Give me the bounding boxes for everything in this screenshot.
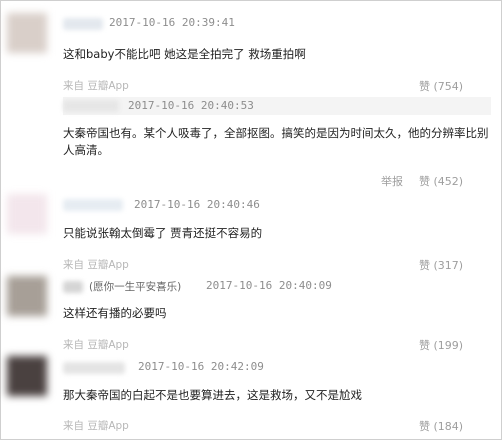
comment-source: 来自 豆瓣App <box>63 80 129 92</box>
comment-source: 来自 豆瓣App <box>63 339 129 351</box>
username-blurred[interactable] <box>63 18 103 30</box>
comment-text: 只能说张翰太倒霉了 贾青还挺不容易的 <box>63 226 263 240</box>
username-blurred[interactable] <box>63 199 123 211</box>
comment-time: 2017-10-16 20:40:09 <box>206 279 332 292</box>
comment-list: 2017-10-16 20:39:41 这和baby不能比吧 她这是全拍完了 救… <box>0 0 502 440</box>
comment-time: 2017-10-16 20:39:41 <box>109 16 235 29</box>
comment-text: 这和baby不能比吧 她这是全拍完了 救场重拍啊 <box>63 47 306 61</box>
avatar[interactable] <box>7 13 47 53</box>
comment-time: 2017-10-16 20:42:09 <box>138 360 264 373</box>
like-button[interactable]: 赞 (754) <box>419 78 463 94</box>
comment-nickname[interactable]: (愿你一生平安喜乐) <box>89 279 181 294</box>
like-button[interactable]: 赞 (184) <box>419 418 463 434</box>
username-blurred[interactable] <box>63 281 83 293</box>
comment-text: 这样还有播的必要吗 <box>63 306 167 320</box>
avatar[interactable] <box>7 276 47 316</box>
avatar[interactable] <box>7 194 47 234</box>
username-blurred[interactable] <box>63 362 125 374</box>
comment-time: 2017-10-16 20:40:53 <box>128 99 254 112</box>
comment-time: 2017-10-16 20:40:46 <box>134 198 260 211</box>
avatar[interactable] <box>7 356 47 396</box>
comment-text: 大秦帝国也有。某个人吸毒了，全部抠图。搞笑的是因为时间太久，他的分辨率比别人高清… <box>63 126 489 157</box>
username-blurred[interactable] <box>63 100 119 112</box>
like-button[interactable]: 赞 (317) <box>419 257 463 273</box>
comment-source: 来自 豆瓣App <box>63 420 129 432</box>
like-button[interactable]: 赞 (452) <box>419 173 463 189</box>
comment-text: 那大秦帝国的白起不是也要算进去，这是救场，又不是尬戏 <box>63 388 362 402</box>
report-button[interactable]: 举报 <box>381 173 403 189</box>
like-button[interactable]: 赞 (199) <box>419 337 463 353</box>
comment-source: 来自 豆瓣App <box>63 259 129 271</box>
